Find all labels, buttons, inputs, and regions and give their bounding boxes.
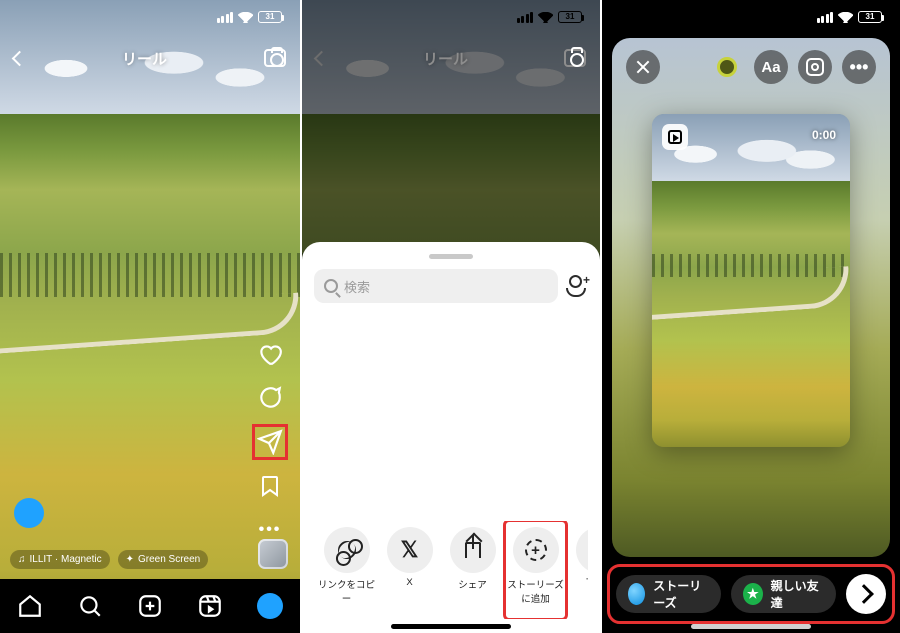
color-ring-button[interactable] (710, 50, 744, 84)
battery-icon: 31 (558, 11, 582, 23)
share-label: シェア (458, 577, 487, 591)
profile-icon[interactable] (257, 593, 283, 619)
add-person-icon[interactable]: + (566, 275, 588, 297)
add-to-stories-label: ストーリーズに追加 (505, 577, 566, 605)
share-sheet: 検索 + リンクをコピー 𝕏 X シェア ストーリーズに追加 (302, 242, 600, 633)
share-x-button[interactable]: 𝕏 X (379, 521, 440, 619)
close-button[interactable] (626, 50, 660, 84)
status-bar: 31 (302, 0, 600, 34)
link-icon (334, 537, 359, 562)
music-label: ILLIT · Magnetic (30, 554, 102, 565)
more-tools-button[interactable]: ••• (842, 50, 876, 84)
signal-icon (217, 12, 234, 23)
close-icon (635, 59, 651, 75)
stories-dot-icon (628, 583, 645, 605)
close-friends-star-icon: ★ (743, 583, 763, 605)
wifi-icon (238, 12, 253, 23)
search-placeholder: 検索 (344, 277, 370, 296)
camera-icon[interactable] (264, 49, 286, 67)
close-friends-label: 親しい友達 (771, 577, 824, 611)
signal-icon (817, 12, 834, 23)
sheet-grabber[interactable] (429, 254, 473, 259)
text-icon: Aa (761, 59, 780, 76)
screen-share-sheet: 31 リール 検索 + リンクをコピー 𝕏 X (300, 0, 600, 633)
wifi-icon (838, 12, 853, 23)
bottom-nav (0, 579, 300, 633)
music-chip[interactable]: ♫ ILLIT · Magnetic (10, 550, 110, 569)
share-system-button[interactable]: シェア (442, 521, 503, 619)
comment-icon[interactable] (257, 385, 283, 411)
reel-top-bar-dimmed: リール (302, 38, 600, 78)
battery-icon: 31 (858, 11, 882, 23)
back-icon (314, 50, 330, 66)
save-icon[interactable] (257, 473, 283, 499)
battery-icon: 31 (258, 11, 282, 23)
add-story-icon (525, 539, 547, 561)
sticker-icon (806, 58, 824, 76)
search-icon[interactable] (77, 593, 103, 619)
share-threads-label: Threa (586, 577, 588, 588)
share-threads-button[interactable]: @ Threa (568, 521, 588, 619)
home-indicator (391, 624, 511, 629)
share-actions-row: リンクをコピー 𝕏 X シェア ストーリーズに追加 @ Threa (314, 521, 588, 619)
reel-top-bar: リール (0, 38, 300, 78)
text-tool-button[interactable]: Aa (754, 50, 788, 84)
sticker-tool-button[interactable] (798, 50, 832, 84)
stories-pill-label: ストーリーズ (653, 577, 709, 611)
editor-toolbar: Aa ••• (626, 50, 876, 84)
home-icon[interactable] (17, 593, 43, 619)
copy-link-button[interactable]: リンクをコピー (316, 521, 377, 619)
reels-icon[interactable] (197, 593, 223, 619)
create-icon[interactable] (137, 593, 163, 619)
back-icon[interactable] (12, 50, 28, 66)
effect-chip[interactable]: ✦ Green Screen (118, 550, 209, 569)
story-destination-bar: ストーリーズ ★ 親しい友達 (612, 569, 890, 619)
audio-disc-icon[interactable] (258, 539, 288, 569)
page-title: リール (122, 48, 167, 69)
share-sheet-body (314, 303, 588, 521)
x-icon: 𝕏 (401, 537, 419, 563)
share-x-label: X (406, 577, 412, 588)
screen-story-editor: 31 Aa ••• (600, 0, 900, 633)
wifi-icon (538, 12, 553, 23)
reel-icon (668, 130, 682, 144)
signal-icon (517, 12, 534, 23)
effect-label: Green Screen (138, 554, 200, 565)
next-button[interactable] (846, 574, 886, 614)
reel-badge (662, 124, 688, 150)
page-title: リール (423, 48, 468, 69)
music-note-icon: ♫ (18, 554, 26, 565)
arrow-right-icon (854, 584, 874, 604)
duration-label: 0:00 (812, 128, 836, 142)
home-indicator (691, 624, 811, 629)
like-icon[interactable] (257, 341, 283, 367)
stories-pill[interactable]: ストーリーズ (616, 575, 721, 613)
reel-info-chips: ♫ ILLIT · Magnetic ✦ Green Screen (10, 550, 208, 569)
reel-action-rail: ••• (250, 341, 290, 543)
camera-icon (564, 49, 586, 67)
search-icon (324, 279, 338, 293)
search-input[interactable]: 検索 (314, 269, 558, 303)
share-up-icon (465, 542, 481, 558)
sparkle-icon: ✦ (126, 554, 134, 565)
color-ring-icon (717, 57, 737, 77)
status-bar: 31 (0, 0, 300, 34)
status-bar: 31 (602, 0, 900, 34)
share-icon[interactable] (257, 429, 283, 455)
story-canvas[interactable]: Aa ••• 0:00 (612, 38, 890, 557)
add-to-stories-button[interactable]: ストーリーズに追加 (505, 521, 566, 619)
embedded-reel[interactable]: 0:00 (652, 114, 850, 447)
close-friends-pill[interactable]: ★ 親しい友達 (731, 575, 836, 613)
author-avatar[interactable] (14, 498, 44, 528)
copy-link-label: リンクをコピー (316, 577, 377, 605)
screen-reel-view: 31 リール ••• ♫ ILLIT · Magnetic ✦ Green Sc… (0, 0, 300, 633)
